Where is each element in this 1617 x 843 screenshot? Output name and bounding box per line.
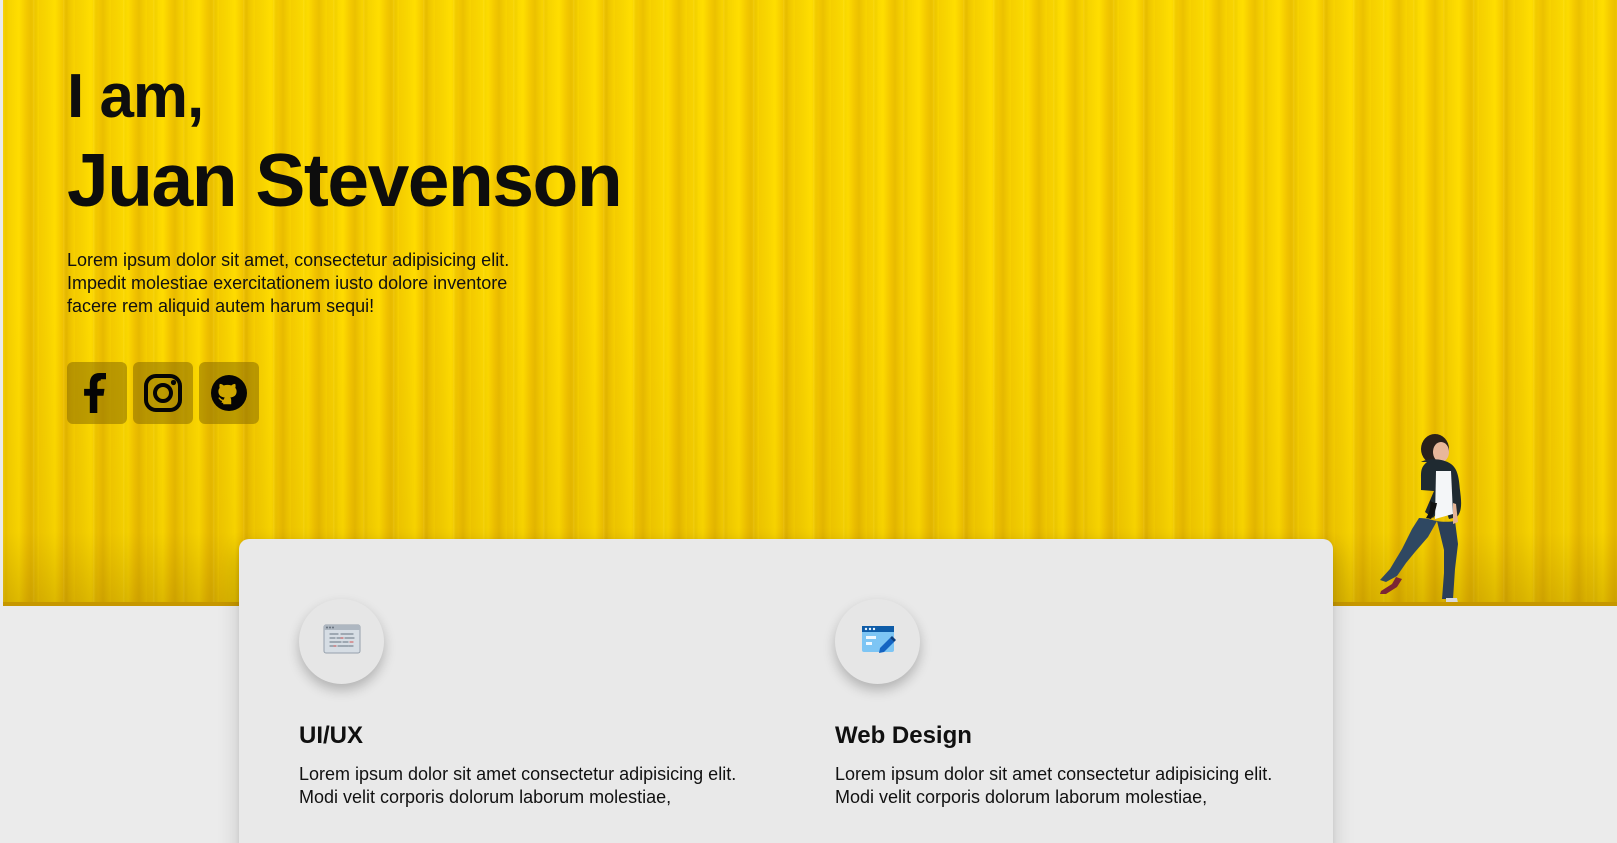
social-links (67, 362, 259, 424)
facebook-button[interactable] (67, 362, 127, 424)
service-title: Web Design (835, 722, 972, 749)
github-icon (208, 372, 250, 414)
walking-person-image (1380, 434, 1462, 602)
service-icon-container (299, 599, 384, 684)
portfolio-page: I am, Juan Stevenson Lorem ipsum dolor s… (0, 0, 1617, 843)
hero-intro: I am, Juan Stevenson Lorem ipsum dolor s… (67, 66, 687, 318)
service-description: Lorem ipsum dolor sit amet consectetur a… (835, 764, 1273, 807)
services-card: UI/UX Lorem ipsum dolor sit amet consect… (239, 539, 1333, 843)
service-description: Lorem ipsum dolor sit amet consectetur a… (299, 764, 737, 807)
service-icon-container (835, 599, 920, 684)
github-button[interactable] (199, 362, 259, 424)
web-design-icon (859, 624, 897, 659)
hero-description: Lorem ipsum dolor sit amet, consectetur … (67, 250, 510, 316)
service-uiux: UI/UX Lorem ipsum dolor sit amet consect… (299, 599, 769, 809)
service-title: UI/UX (299, 722, 364, 749)
instagram-button[interactable] (133, 362, 193, 424)
service-web-design: Web Design Lorem ipsum dolor sit amet co… (835, 599, 1305, 809)
facebook-icon (82, 373, 112, 413)
instagram-icon (142, 372, 184, 414)
intro-greeting: I am, (67, 62, 204, 131)
code-window-icon (323, 624, 361, 659)
hero-name: Juan Stevenson (67, 138, 623, 222)
hero-section: I am, Juan Stevenson Lorem ipsum dolor s… (3, 0, 1617, 606)
